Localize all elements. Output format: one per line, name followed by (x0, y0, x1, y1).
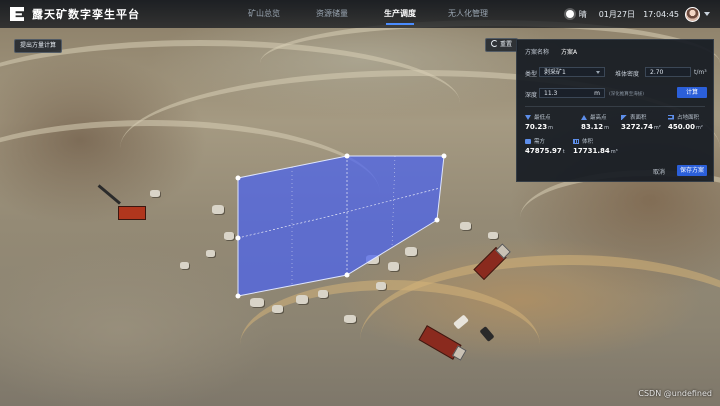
highest-point-icon (581, 114, 587, 120)
volume-region-polygon[interactable] (237, 155, 445, 297)
compute-button[interactable]: 计算 (677, 87, 707, 98)
type-label: 类型 (525, 71, 538, 78)
metric-volume: 体积 17731.84m³ (573, 137, 629, 155)
volume-plan-panel: 方案名称 方案A 类型 剥采矿1 堆体密度 2.70 t/m³ 深度 11.3 … (516, 39, 714, 182)
status-area: 晴 01月27日 17:04:45 (565, 0, 710, 28)
polygon-vertex-handle[interactable] (434, 217, 440, 223)
plan-name-row: 方案名称 方案A (525, 47, 577, 56)
time-text: 17:04:45 (643, 9, 679, 19)
metric-label: 体积 (582, 139, 594, 145)
metric-label: 占地面积 (677, 115, 700, 121)
metric-value: 83.12 (581, 123, 604, 131)
metric-label: 需方 (534, 139, 546, 145)
polygon-vertex-handle[interactable] (344, 272, 350, 278)
depth-input-value: 11.3 (544, 90, 558, 97)
depth-hint: (深化推算至海拔) (609, 92, 645, 97)
polygon-vertex-handle[interactable] (344, 153, 350, 159)
density-input[interactable]: 2.70 (645, 67, 691, 77)
metric-value: 450.00 (668, 123, 696, 131)
date-text: 01月27日 (598, 9, 636, 19)
polygon-vertex-handle[interactable] (235, 175, 241, 181)
user-avatar[interactable] (685, 6, 700, 22)
plan-name-value: 方案A (560, 49, 578, 56)
reset-label: 重置 (500, 41, 513, 48)
metric-value: 47875.97 (525, 147, 562, 155)
metric-label: 表面积 (630, 115, 647, 121)
metric-value: 70.23 (525, 123, 548, 131)
metric-unit: m³ (610, 149, 618, 155)
nav-tab-production-dispatch[interactable]: 生产调度 (366, 0, 434, 28)
depth-unit: m (594, 90, 600, 97)
chevron-down-icon[interactable] (704, 12, 710, 16)
metric-unit: m² (653, 125, 661, 131)
metric-label: 最低点 (534, 115, 551, 121)
app-logo-icon (10, 7, 24, 21)
footprint-area-icon (668, 114, 674, 120)
volume-icon (573, 138, 579, 144)
metric-lowest-point: 最低点 70.23m (525, 113, 581, 131)
depth-label: 深度 (525, 92, 538, 99)
plan-name-label: 方案名称 (525, 49, 550, 56)
type-select[interactable]: 剥采矿1 (539, 67, 605, 77)
reset-icon (491, 40, 498, 47)
metric-value: 17731.84 (573, 147, 610, 155)
polygon-vertex-handle[interactable] (235, 293, 241, 299)
metric-unit: m (604, 125, 610, 131)
brand: 露天矿数字孪生平台 (10, 6, 180, 22)
metric-unit: m² (696, 125, 703, 131)
polygon-vertex-handle[interactable] (235, 235, 241, 241)
chevron-down-icon (596, 71, 600, 74)
metric-label: 最高点 (590, 115, 607, 121)
cancel-button[interactable]: 取消 (653, 167, 665, 176)
metric-unit: t (562, 149, 565, 155)
polygon-vertex-handle[interactable] (441, 153, 447, 159)
reset-button[interactable]: 重置 (485, 38, 519, 52)
surface-area-icon (621, 114, 627, 120)
watermark: CSDN @undefined (638, 389, 712, 398)
save-plan-button[interactable]: 保存方案 (677, 165, 707, 176)
depth-input[interactable]: 11.3 m (539, 88, 605, 98)
app-title: 露天矿数字孪生平台 (32, 8, 140, 21)
metric-footprint-area: 占地面积 450.00m² (668, 113, 720, 131)
top-bar: 露天矿数字孪生平台 矿山总览 资源储量 生产调度 无人化管理 晴 01月27日 … (0, 0, 720, 28)
density-unit: t/m³ (694, 69, 707, 76)
type-select-value: 剥采矿1 (544, 69, 566, 76)
main-nav: 矿山总览 资源储量 生产调度 无人化管理 (230, 0, 502, 28)
nav-tab-unmanned-management[interactable]: 无人化管理 (434, 0, 502, 28)
weather-text: 晴 (578, 9, 587, 19)
metric-value: 3272.74 (621, 123, 653, 131)
fill-icon (525, 138, 531, 144)
metric-unit: m (548, 125, 554, 131)
density-label: 堆体密度 (615, 71, 640, 78)
nav-tab-mine-overview[interactable]: 矿山总览 (230, 0, 298, 28)
panel-divider (525, 106, 705, 107)
sun-icon (565, 10, 574, 18)
volume-calc-button[interactable]: 提出方量计算 (14, 39, 63, 53)
nav-tab-resource-reserves[interactable]: 资源储量 (298, 0, 366, 28)
lowest-point-icon (525, 114, 531, 120)
